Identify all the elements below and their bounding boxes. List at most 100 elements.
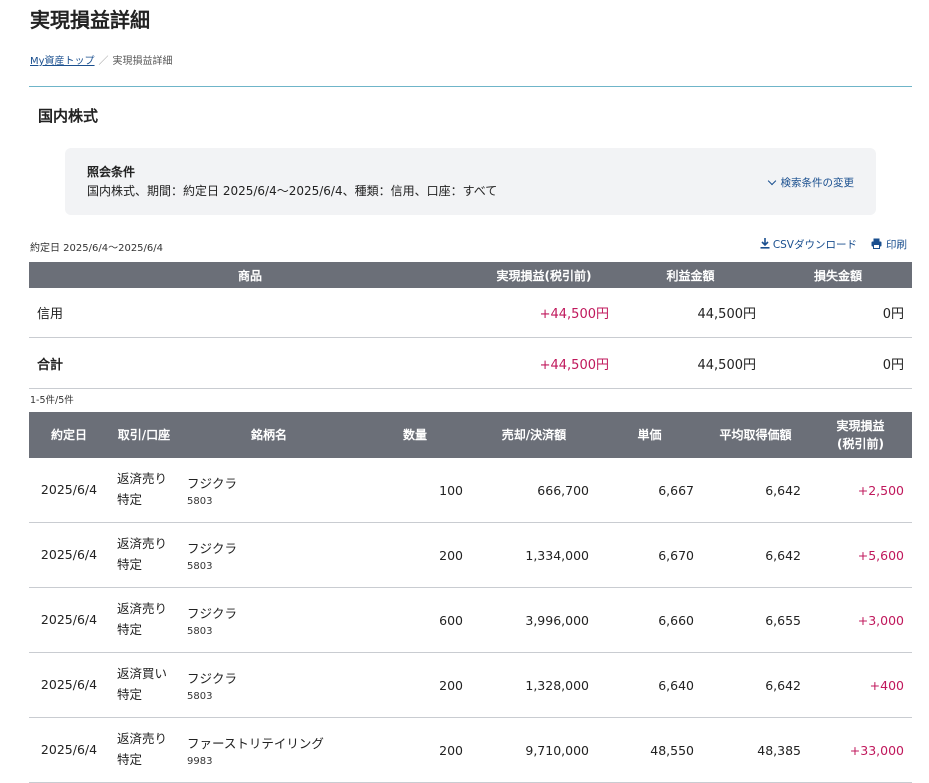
cell-quantity: 600 xyxy=(359,587,471,653)
security-name-link[interactable]: ファーストリテイリング xyxy=(187,733,351,752)
security-code: 5803 xyxy=(187,626,213,637)
cell-date: 2025/6/4 xyxy=(29,587,109,653)
cell-price: 6,670 xyxy=(597,522,702,588)
toolbar: CSVダウンロード 印刷 xyxy=(760,237,907,252)
change-conditions-button[interactable]: 検索条件の変更 xyxy=(767,175,855,190)
result-count: 1-5件/5件 xyxy=(30,395,74,406)
security-name-link[interactable]: フジクラ xyxy=(187,668,351,687)
cell-realized-pl: +400 xyxy=(809,652,912,718)
cell-quantity: 200 xyxy=(359,652,471,718)
cell-date: 2025/6/4 xyxy=(29,522,109,588)
cell-trade-account: 返済売り 特定 xyxy=(109,458,179,523)
cell-quantity: 200 xyxy=(359,522,471,588)
detail-body: 2025/6/4 返済売り 特定 フジクラ 5803 100 666,700 6,6… xyxy=(29,458,912,783)
summary-table: 商品 実現損益(税引前) 利益金額 損失金額 信用 +44,500円 44,50… xyxy=(29,262,912,389)
summary-realized-pl: +44,500円 xyxy=(471,288,617,338)
detail-header-row: 約定日 取引/口座 銘柄名 数量 売却/決済額 単価 平均取得価額 実現損益 (税… xyxy=(29,412,912,458)
breadcrumb: My資産トップ／実現損益詳細 xyxy=(30,52,173,67)
header-settlement-amount: 売却/決済額 xyxy=(471,412,597,458)
cell-price: 6,640 xyxy=(597,652,702,718)
cell-trade: 返済売り xyxy=(117,601,168,617)
cell-trade-account: 返済売り 特定 xyxy=(109,522,179,588)
security-code: 5803 xyxy=(187,561,213,572)
cell-trade: 返済売り xyxy=(117,536,168,552)
cell-realized-pl: +2,500 xyxy=(809,458,912,523)
detail-table: 約定日 取引/口座 銘柄名 数量 売却/決済額 単価 平均取得価額 実現損益 (税… xyxy=(29,412,912,783)
print-button[interactable]: 印刷 xyxy=(871,237,907,252)
header-security-name: 銘柄名 xyxy=(179,412,359,458)
summary-total-loss: 0円 xyxy=(764,337,912,389)
cell-date: 2025/6/4 xyxy=(29,652,109,718)
cell-quantity: 100 xyxy=(359,458,471,523)
summary-header-row: 商品 実現損益(税引前) 利益金額 損失金額 xyxy=(29,262,912,288)
change-conditions-label: 検索条件の変更 xyxy=(780,177,855,189)
csv-download-button[interactable]: CSVダウンロード xyxy=(760,237,857,252)
cell-avg-cost: 6,642 xyxy=(702,522,809,588)
header-avg-cost: 平均取得価額 xyxy=(702,412,809,458)
cell-date: 2025/6/4 xyxy=(29,717,109,783)
cell-account: 特定 xyxy=(117,622,143,637)
summary-total-realized-pl: +44,500円 xyxy=(471,337,617,389)
breadcrumb-link-my-assets[interactable]: My資産トップ xyxy=(30,56,95,67)
header-quantity: 数量 xyxy=(359,412,471,458)
table-row: 2025/6/4 返済売り 特定 フジクラ 5803 100 666,700 6,6… xyxy=(29,458,912,523)
summary-row-margin: 信用 +44,500円 44,500円 0円 xyxy=(29,288,912,338)
cell-realized-pl: +5,600 xyxy=(809,522,912,588)
summary-header-profit: 利益金額 xyxy=(617,262,764,288)
breadcrumb-current: 実現損益詳細 xyxy=(112,56,173,67)
cell-realized-pl: +33,000 xyxy=(809,717,912,783)
cell-security: フジクラ 5803 xyxy=(179,652,359,718)
section-title: 国内株式 xyxy=(38,107,99,125)
summary-loss: 0円 xyxy=(764,288,912,338)
cell-trade-account: 返済売り 特定 xyxy=(109,717,179,783)
cell-price: 6,660 xyxy=(597,587,702,653)
cell-security: フジクラ 5803 xyxy=(179,458,359,523)
header-trade-account: 取引/口座 xyxy=(109,412,179,458)
header-realized-pl-line2: (税引前) xyxy=(837,437,884,451)
cell-security: フジクラ 5803 xyxy=(179,522,359,588)
cell-amount: 666,700 xyxy=(471,458,597,523)
cell-amount: 9,710,000 xyxy=(471,717,597,783)
cell-amount: 3,996,000 xyxy=(471,587,597,653)
cell-account: 特定 xyxy=(117,752,143,767)
cell-amount: 1,334,000 xyxy=(471,522,597,588)
chevron-down-icon xyxy=(767,176,776,186)
cell-avg-cost: 48,385 xyxy=(702,717,809,783)
cell-account: 特定 xyxy=(117,687,143,702)
csv-download-label: CSVダウンロード xyxy=(772,239,857,251)
cell-price: 6,667 xyxy=(597,458,702,523)
breadcrumb-separator: ／ xyxy=(98,56,109,67)
table-row: 2025/6/4 返済売り 特定 ファーストリテイリング 9983 200 9,71… xyxy=(29,717,912,783)
cell-trade: 返済買い xyxy=(117,666,168,682)
cell-date: 2025/6/4 xyxy=(29,458,109,523)
table-row: 2025/6/4 返済買い特定 フジクラ 5803 200 1,328,000 6… xyxy=(29,652,912,718)
cell-trade-account: 返済売り 特定 xyxy=(109,587,179,653)
header-unit-price: 単価 xyxy=(597,412,702,458)
summary-total-profit: 44,500円 xyxy=(617,337,764,389)
security-name-link[interactable]: フジクラ xyxy=(187,538,351,557)
table-row: 2025/6/4 返済売り特定 フジクラ 5803 600 3,996,000 6… xyxy=(29,587,912,653)
cell-quantity: 200 xyxy=(359,717,471,783)
summary-total-label: 合計 xyxy=(29,337,471,389)
download-icon xyxy=(760,238,770,249)
cell-trade-account: 返済買い 特定 xyxy=(109,652,179,718)
security-name-link[interactable]: フジクラ xyxy=(187,603,351,622)
cell-avg-cost: 6,642 xyxy=(702,652,809,718)
security-name-link[interactable]: フジクラ xyxy=(187,473,351,492)
cell-account: 特定 xyxy=(117,557,143,572)
cell-realized-pl: +3,000 xyxy=(809,587,912,653)
cell-security: フジクラ 5803 xyxy=(179,587,359,653)
conditions-title: 照会条件 xyxy=(87,165,136,179)
section-divider xyxy=(29,86,912,87)
print-label: 印刷 xyxy=(886,239,907,251)
cell-account: 特定 xyxy=(117,492,143,507)
summary-row-total: 合計 +44,500円 44,500円 0円 xyxy=(29,337,912,389)
cell-amount: 1,328,000 xyxy=(471,652,597,718)
header-realized-pl-line1: 実現損益 xyxy=(836,419,885,433)
summary-header-realized-pl: 実現損益(税引前) xyxy=(471,262,617,288)
conditions-text: 国内株式、期間：約定日 2025/6/4〜2025/6/4、種類：信用、口座：す… xyxy=(87,184,498,198)
date-range: 約定日 2025/6/4〜2025/6/4 xyxy=(30,243,164,254)
conditions-panel: 照会条件 国内株式、期間：約定日 2025/6/4〜2025/6/4、種類：信用… xyxy=(65,148,876,215)
print-icon xyxy=(871,238,882,249)
cell-security: ファーストリテイリング 9983 xyxy=(179,717,359,783)
